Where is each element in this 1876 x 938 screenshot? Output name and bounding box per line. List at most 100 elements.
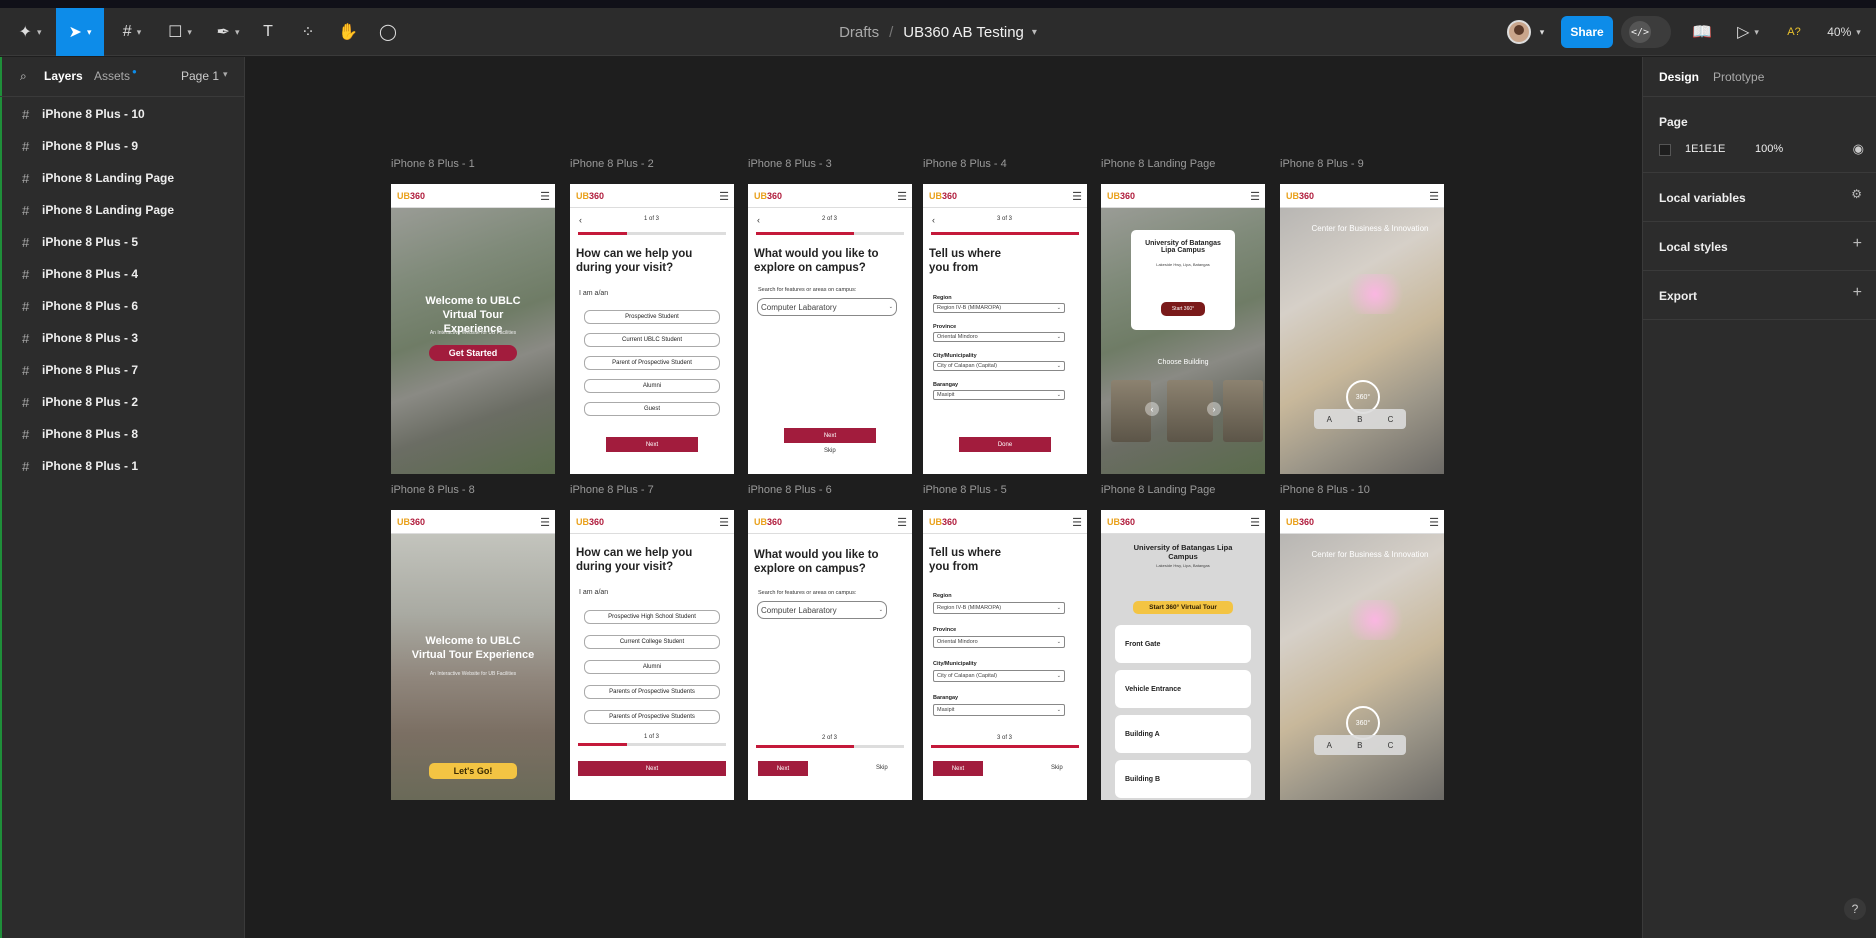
role-option[interactable]: Prospective High School Student [584, 610, 720, 624]
layer-item[interactable]: # iPhone 8 Plus - 4 [0, 258, 245, 290]
frame-tool-button[interactable]: # ▾ [112, 8, 152, 56]
phone-frame[interactable]: UB360 ☰ Welcome to UBLC Virtual Tour Exper… [391, 184, 555, 474]
location-select[interactable]: Masipit ⌄ [933, 390, 1065, 400]
layer-item[interactable]: # iPhone 8 Plus - 2 [0, 386, 245, 418]
building-thumbnail[interactable] [1223, 380, 1263, 442]
hamburger-menu-icon[interactable]: ☰ [1072, 516, 1082, 529]
hamburger-menu-icon[interactable]: ☰ [897, 516, 907, 529]
role-option[interactable]: Guest [584, 402, 720, 416]
role-option[interactable]: Alumni [584, 379, 720, 393]
location-select[interactable]: Region IV-B (MIMAROPA) ⌄ [933, 303, 1065, 313]
next-button[interactable]: Next [933, 761, 983, 776]
present-button[interactable]: ▷ ▾ [1730, 8, 1766, 56]
hamburger-menu-icon[interactable]: ☰ [1250, 190, 1260, 203]
location-select[interactable]: City of Calapan (Capital) ⌄ [933, 361, 1065, 371]
lets-go-button[interactable]: Let's Go! [429, 763, 517, 779]
role-option[interactable]: Parents of Prospective Students [584, 685, 720, 699]
hand-tool-button[interactable]: ✋ [336, 8, 360, 56]
chevron-down-icon[interactable]: ▾ [1536, 8, 1548, 56]
hamburger-menu-icon[interactable]: ☰ [897, 190, 907, 203]
location-card[interactable]: Building B [1115, 760, 1251, 798]
layer-item[interactable]: # iPhone 8 Plus - 1 [0, 450, 245, 482]
scene-tab[interactable]: B [1357, 415, 1362, 424]
layer-item[interactable]: # iPhone 8 Plus - 10 [0, 98, 245, 130]
skip-link[interactable]: Skip [876, 765, 888, 771]
phone-frame[interactable]: UB360 ☰ University of Batangas Lipa Campus… [1101, 510, 1265, 800]
layer-item[interactable]: # iPhone 8 Plus - 3 [0, 322, 245, 354]
move-tool-button[interactable]: ➤ ▾ [56, 8, 104, 56]
pen-tool-button[interactable]: ✒ ▾ [208, 8, 248, 56]
frame-label[interactable]: iPhone 8 Plus - 7 [570, 484, 654, 496]
file-name[interactable]: UB360 AB Testing [903, 24, 1024, 41]
ai-button[interactable]: A? [1782, 8, 1806, 56]
layer-item[interactable]: # iPhone 8 Landing Page [0, 194, 245, 226]
frame-label[interactable]: iPhone 8 Plus - 9 [1280, 158, 1364, 170]
add-style-icon[interactable]: + [1853, 235, 1862, 253]
phone-frame[interactable]: UB360 ☰ Tell us where you from Region Region… [923, 510, 1087, 800]
hamburger-menu-icon[interactable]: ☰ [540, 516, 550, 529]
layer-item[interactable]: # iPhone 8 Plus - 6 [0, 290, 245, 322]
avatar[interactable] [1507, 20, 1531, 44]
settings-sliders-icon[interactable]: ⚙ [1851, 187, 1862, 201]
search-icon[interactable]: ⌕ [20, 69, 27, 84]
back-chevron-icon[interactable]: ‹ [932, 215, 935, 225]
hamburger-menu-icon[interactable]: ☰ [540, 190, 550, 203]
frame-label[interactable]: iPhone 8 Plus - 1 [391, 158, 475, 170]
hamburger-menu-icon[interactable]: ☰ [719, 516, 729, 529]
page-color-swatch[interactable] [1659, 144, 1671, 156]
frame-label[interactable]: iPhone 8 Plus - 5 [923, 484, 1007, 496]
frame-label[interactable]: iPhone 8 Plus - 4 [923, 158, 1007, 170]
building-thumbnail[interactable] [1167, 380, 1213, 442]
hamburger-menu-icon[interactable]: ☰ [1429, 190, 1439, 203]
page-opacity-value[interactable]: 100% [1755, 143, 1783, 155]
back-chevron-icon[interactable]: ‹ [579, 215, 582, 225]
layer-item[interactable]: # iPhone 8 Plus - 9 [0, 130, 245, 162]
skip-link[interactable]: Skip [1051, 765, 1063, 771]
search-input[interactable]: Computer Labaratory ⌄ [757, 601, 887, 619]
next-button[interactable]: Next [758, 761, 808, 776]
next-button[interactable]: Next [784, 428, 876, 443]
back-chevron-icon[interactable]: ‹ [757, 215, 760, 225]
chevron-left-icon[interactable]: ‹ [1145, 402, 1159, 416]
phone-frame[interactable]: UB360 ☰ Center for Business & Innovation 36… [1280, 510, 1444, 800]
shape-tool-button[interactable]: ☐ ▾ [160, 8, 200, 56]
page-selector[interactable]: Page 1 [181, 69, 219, 83]
location-select[interactable]: Region IV-B (MIMAROPA) ⌄ [933, 602, 1065, 614]
tab-assets[interactable]: Assets [94, 69, 130, 83]
scene-tab[interactable]: B [1357, 741, 1362, 750]
role-option[interactable]: Alumni [584, 660, 720, 674]
text-tool-button[interactable]: T [256, 8, 280, 56]
tab-design[interactable]: Design [1659, 70, 1699, 84]
role-option[interactable]: Current UBLC Student [584, 333, 720, 347]
frame-label[interactable]: iPhone 8 Plus - 2 [570, 158, 654, 170]
layer-item[interactable]: # iPhone 8 Landing Page [0, 162, 245, 194]
layer-item[interactable]: # iPhone 8 Plus - 5 [0, 226, 245, 258]
dev-mode-toggle[interactable]: </> [1621, 16, 1671, 48]
frame-label[interactable]: iPhone 8 Landing Page [1101, 484, 1215, 496]
local-variables-title[interactable]: Local variables [1659, 191, 1746, 205]
frame-label[interactable]: iPhone 8 Plus - 3 [748, 158, 832, 170]
comment-tool-button[interactable]: ◯ [376, 8, 400, 56]
next-button[interactable]: Next [606, 437, 698, 452]
phone-frame[interactable]: UB360 ☰ What would you like to explore on … [748, 510, 912, 800]
location-card[interactable]: Front Gate [1115, 625, 1251, 663]
start-360-tour-button[interactable]: Start 360° Virtual Tour [1133, 601, 1233, 614]
skip-link[interactable]: Skip [824, 448, 836, 454]
location-select[interactable]: Masipit ⌄ [933, 704, 1065, 716]
layer-item[interactable]: # iPhone 8 Plus - 8 [0, 418, 245, 450]
phone-frame[interactable]: UB360 ☰ University of Batangas Lipa Campus… [1101, 184, 1265, 474]
chevron-down-icon[interactable]: ▾ [1032, 27, 1037, 38]
tab-layers[interactable]: Layers [44, 69, 83, 83]
hamburger-menu-icon[interactable]: ☰ [1072, 190, 1082, 203]
phone-frame[interactable]: UB360 ☰ How can we help you during your vi… [570, 510, 734, 800]
phone-frame[interactable]: UB360 ☰ Welcome to UBLC Virtual Tour Exper… [391, 510, 555, 800]
scene-tab[interactable]: A [1327, 415, 1332, 424]
chevron-right-icon[interactable]: › [1207, 402, 1221, 416]
frame-label[interactable]: iPhone 8 Plus - 10 [1280, 484, 1370, 496]
location-select[interactable]: City of Calapan (Capital) ⌄ [933, 670, 1065, 682]
location-card[interactable]: Vehicle Entrance [1115, 670, 1251, 708]
layer-item[interactable]: # iPhone 8 Plus - 7 [0, 354, 245, 386]
location-select[interactable]: Oriental Mindoro ⌄ [933, 636, 1065, 648]
start-360-button[interactable]: Start 360° [1161, 302, 1205, 316]
hamburger-menu-icon[interactable]: ☰ [1429, 516, 1439, 529]
